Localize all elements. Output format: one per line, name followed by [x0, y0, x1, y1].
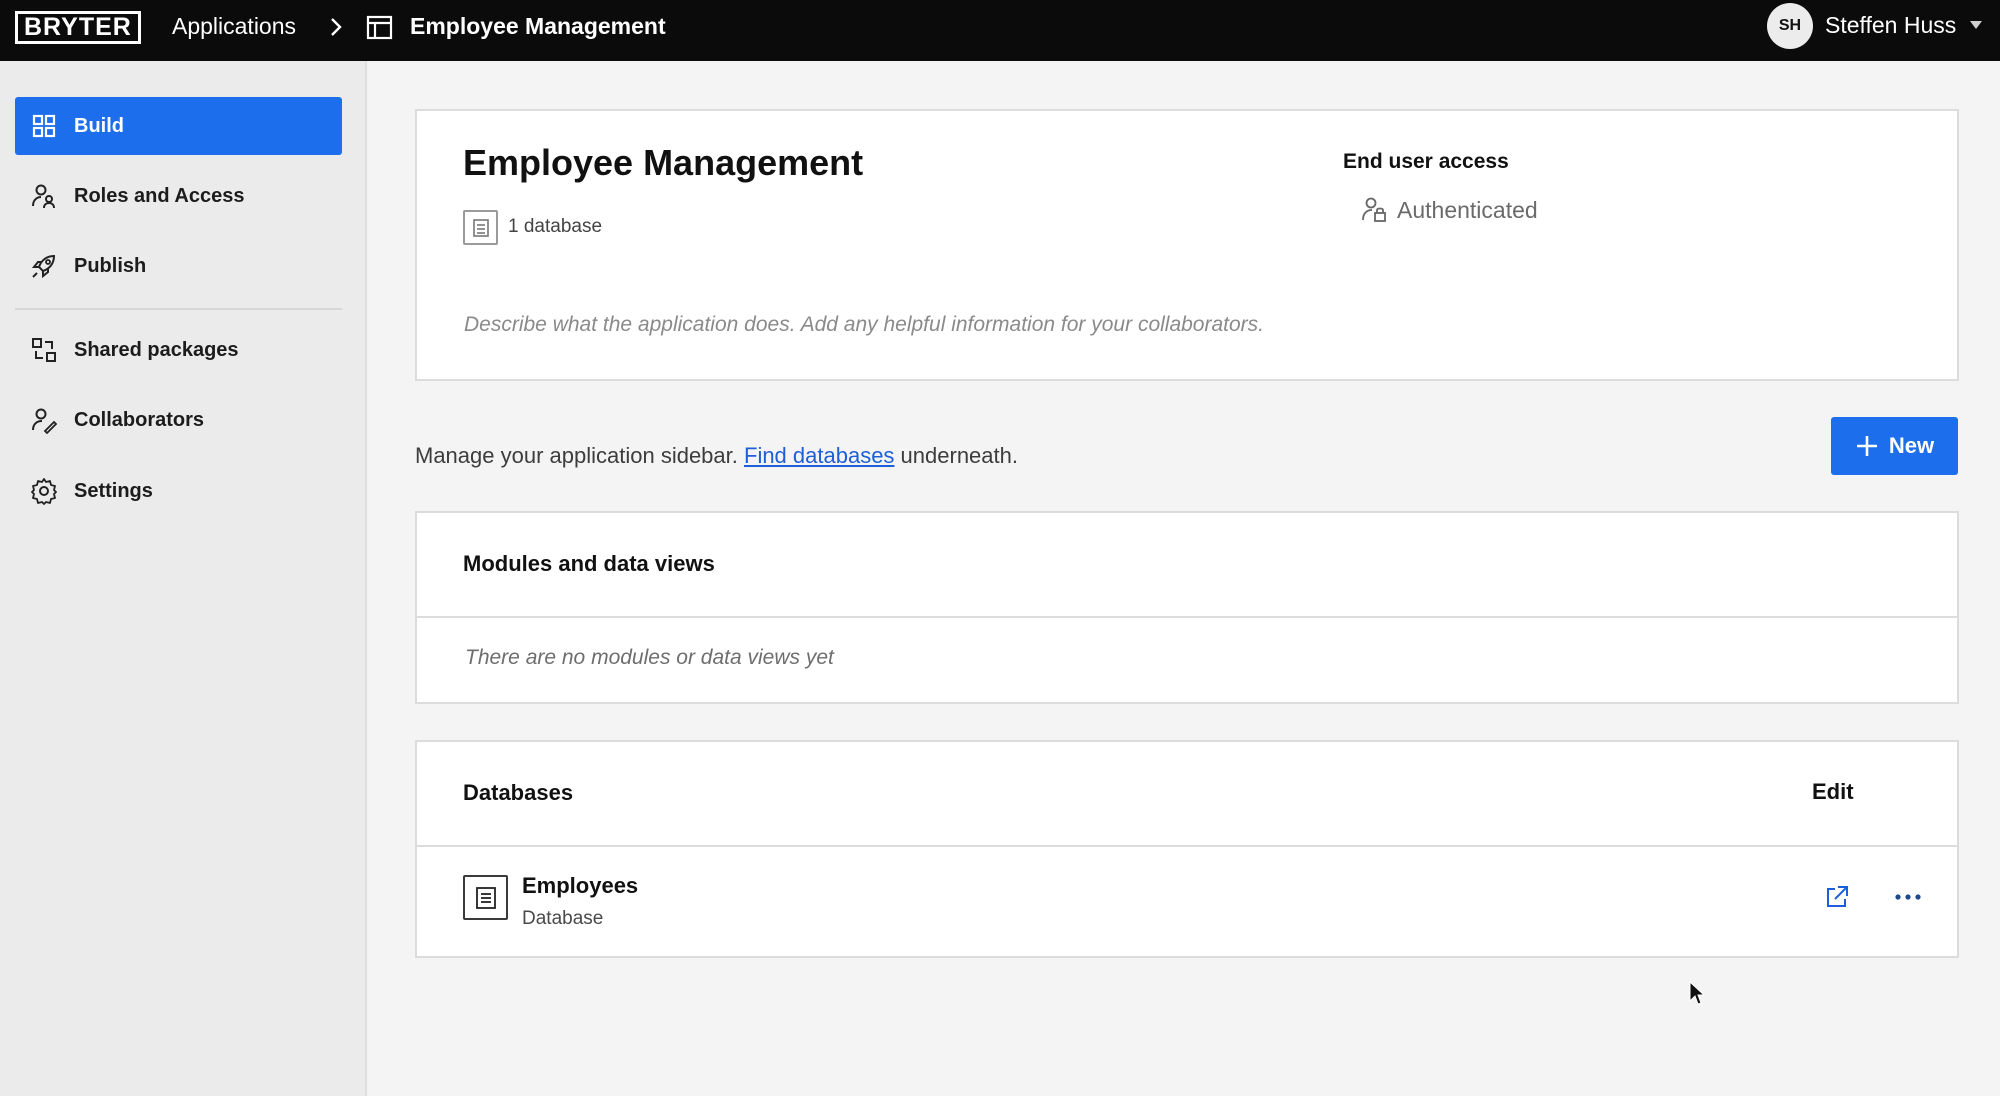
sidebar-item-build[interactable]: Build [15, 97, 342, 155]
user-name[interactable]: Steffen Huss [1825, 12, 1956, 39]
sidebar-item-label: Shared packages [74, 338, 239, 361]
database-count: 1 database [508, 216, 603, 237]
find-databases-link[interactable]: Find databases [744, 443, 894, 468]
end-user-access-heading: End user access [1343, 150, 1509, 173]
bryter-logo[interactable]: BRYTER [15, 11, 141, 44]
manage-sidebar-text: Manage your application sidebar. Find da… [415, 443, 1018, 469]
description-placeholder[interactable]: Describe what the application does. Add … [464, 313, 1264, 337]
sidebar: Build Roles and Access Publish Shared pa… [0, 61, 367, 1096]
modules-card [415, 511, 1959, 704]
modules-heading: Modules and data views [463, 551, 715, 576]
plus-icon [1856, 436, 1877, 456]
sidebar-item-label: Build [74, 114, 124, 137]
modules-divider [417, 616, 1957, 618]
sidebar-item-settings[interactable]: Settings [15, 462, 342, 520]
databases-heading: Databases [463, 780, 574, 805]
grid-icon [30, 112, 58, 140]
manage-text-after: underneath. [894, 443, 1018, 468]
top-bar: BRYTER Applications Employee Management … [0, 0, 2000, 61]
sidebar-item-label: Collaborators [74, 408, 205, 431]
breadcrumb-applications[interactable]: Applications [172, 13, 296, 40]
modules-empty-state: There are no modules or data views yet [465, 646, 834, 669]
sidebar-item-roles-and-access[interactable]: Roles and Access [15, 167, 342, 225]
databases-divider [417, 845, 1957, 847]
end-user-access-value[interactable]: Authenticated [1397, 197, 1538, 224]
breadcrumb-current: Employee Management [410, 13, 666, 39]
packages-icon [30, 336, 58, 364]
mouse-cursor-icon [1689, 981, 1705, 1005]
users-icon [30, 182, 58, 210]
chevron-right-icon [331, 18, 342, 36]
avatar[interactable]: SH [1767, 3, 1813, 49]
sidebar-item-label: Settings [74, 479, 153, 502]
gear-icon [30, 477, 58, 505]
application-icon [366, 15, 393, 40]
edit-databases-button[interactable]: Edit [1812, 779, 1854, 805]
databases-card [415, 740, 1959, 958]
sidebar-item-shared-packages[interactable]: Shared packages [15, 321, 342, 379]
open-external-icon[interactable] [1824, 884, 1850, 910]
new-button[interactable]: New [1831, 417, 1958, 475]
database-type: Database [522, 908, 604, 929]
page-title: Employee Management [463, 142, 864, 183]
sidebar-item-label: Publish [74, 254, 147, 277]
caret-down-icon[interactable] [1969, 18, 1983, 32]
manage-text-before: Manage your application sidebar. [415, 443, 744, 468]
rocket-icon [30, 252, 58, 280]
sidebar-item-label: Roles and Access [74, 184, 245, 207]
sidebar-item-collaborators[interactable]: Collaborators [15, 391, 342, 449]
more-options-icon[interactable] [1892, 887, 1924, 907]
sidebar-item-publish[interactable]: Publish [15, 237, 342, 295]
database-icon [463, 875, 508, 920]
database-name[interactable]: Employees [522, 873, 638, 899]
collaborators-icon [30, 406, 58, 434]
new-button-label: New [1888, 433, 1935, 458]
user-lock-icon [1362, 197, 1386, 222]
sidebar-divider [15, 308, 342, 310]
database-icon [463, 210, 498, 245]
